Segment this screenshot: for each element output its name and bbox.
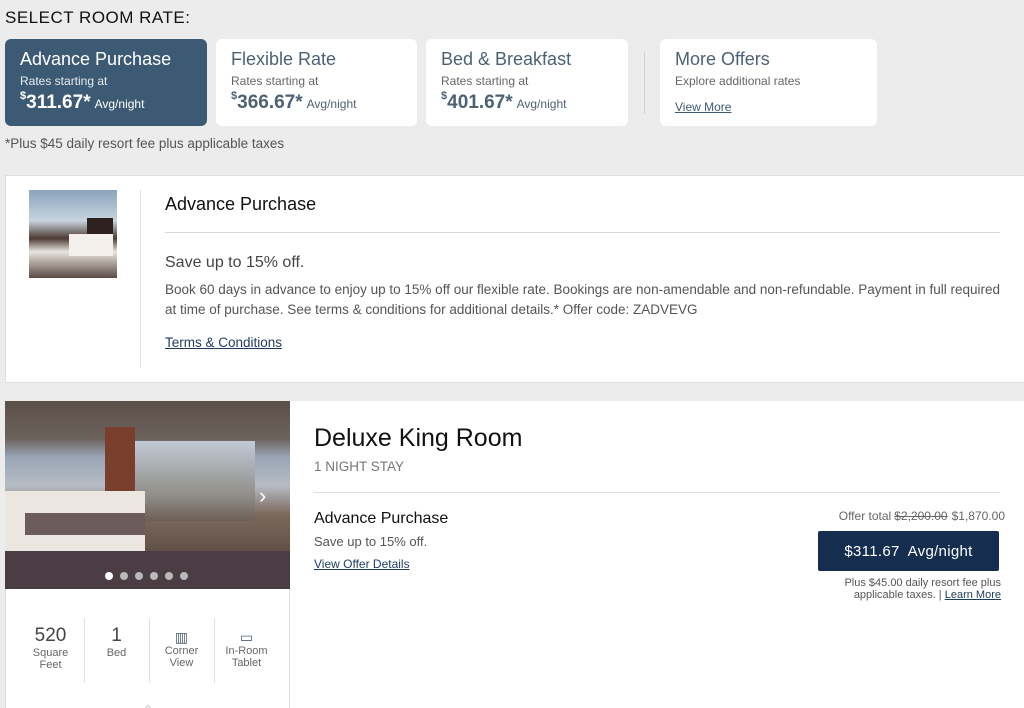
terms-conditions-link[interactable]: Terms & Conditions bbox=[165, 335, 282, 350]
rate-cards-divider bbox=[644, 52, 645, 114]
carousel-dot[interactable] bbox=[150, 572, 158, 580]
amenity-in-room-tablet: ▭ In-Room Tablet bbox=[214, 619, 279, 683]
rate-card-price: $401.67* Avg/night bbox=[441, 90, 567, 113]
offer-title: Advance Purchase bbox=[165, 194, 317, 214]
more-offers-subtitle: Explore additional rates bbox=[675, 74, 801, 88]
original-total: $2,200.00 bbox=[894, 509, 948, 523]
learn-more-link[interactable]: Learn More bbox=[945, 589, 1001, 601]
room-stay-length: 1 NIGHT STAY bbox=[314, 459, 405, 474]
book-rate-button[interactable]: $311.67 Avg/night bbox=[818, 531, 999, 571]
offer-savings: Save up to 15% off. bbox=[165, 254, 305, 271]
rate-card-subtitle: Rates starting at bbox=[231, 74, 319, 88]
room-amenities: 520 Square Feet 1 Bed ▥ Corner View ▭ In… bbox=[5, 589, 290, 708]
rate-card-subtitle: Rates starting at bbox=[20, 74, 108, 88]
carousel-dot[interactable] bbox=[135, 572, 143, 580]
rate-card-price: $311.67* Avg/night bbox=[20, 90, 145, 113]
rate-card-title: Advance Purchase bbox=[20, 49, 172, 69]
tablet-icon: ▭ bbox=[239, 629, 254, 645]
offer-divider bbox=[140, 190, 141, 368]
more-offers-card[interactable]: More Offers Explore additional rates Vie… bbox=[660, 39, 877, 126]
room-card: › 520 Square Feet 1 Bed ▥ Corner View ▭ … bbox=[5, 401, 1024, 708]
rate-card-price: $366.67* Avg/night bbox=[231, 90, 357, 113]
room-separator bbox=[314, 492, 1000, 493]
carousel-dot[interactable] bbox=[180, 572, 188, 580]
rate-card-bed-breakfast[interactable]: Bed & Breakfast Rates starting at $401.6… bbox=[426, 39, 628, 126]
offer-details-panel: Advance Purchase Save up to 15% off. Boo… bbox=[5, 175, 1024, 383]
room-title: Deluxe King Room bbox=[314, 424, 523, 452]
section-title: SELECT ROOM RATE: bbox=[5, 8, 191, 27]
chevron-right-icon[interactable]: › bbox=[259, 483, 266, 509]
carousel-dot[interactable] bbox=[120, 572, 128, 580]
rate-card-title: Flexible Rate bbox=[231, 49, 337, 69]
carousel-dots bbox=[105, 572, 188, 580]
rate-card-flexible-rate[interactable]: Flexible Rate Rates starting at $366.67*… bbox=[216, 39, 417, 126]
room-rate-name: Advance Purchase bbox=[314, 510, 449, 527]
offer-description: Book 60 days in advance to enjoy up to 1… bbox=[165, 282, 1001, 317]
rate-card-subtitle: Rates starting at bbox=[441, 74, 529, 88]
room-photo-carousel[interactable]: › bbox=[5, 401, 290, 589]
more-offers-title: More Offers bbox=[675, 49, 770, 69]
building-icon: ▥ bbox=[174, 629, 189, 645]
rate-card-title: Bed & Breakfast bbox=[441, 49, 572, 69]
amenity-corner-view: ▥ Corner View bbox=[149, 619, 214, 683]
amenity-bed: 1 Bed bbox=[106, 625, 127, 659]
carousel-dot[interactable] bbox=[105, 572, 113, 580]
offer-separator bbox=[165, 232, 1000, 233]
offer-total: Offer total $2,200.00 $1,870.00 bbox=[838, 509, 1005, 523]
carousel-dot[interactable] bbox=[165, 572, 173, 580]
view-offer-details-link[interactable]: View Offer Details bbox=[314, 557, 410, 571]
amenity-square-feet: 520 Square Feet bbox=[32, 625, 69, 671]
room-rate-savings: Save up to 15% off. bbox=[314, 534, 428, 549]
rate-card-advance-purchase[interactable]: Advance Purchase Rates starting at $311.… bbox=[5, 39, 207, 126]
view-more-link[interactable]: View More bbox=[675, 100, 731, 114]
final-total: $1,870.00 bbox=[951, 509, 1005, 523]
resort-fee-disclaimer: Plus $45.00 daily resort fee plus applic… bbox=[844, 577, 1001, 601]
resort-fee-note: *Plus $45 daily resort fee plus applicab… bbox=[5, 136, 285, 151]
offer-thumbnail-image bbox=[29, 190, 117, 278]
